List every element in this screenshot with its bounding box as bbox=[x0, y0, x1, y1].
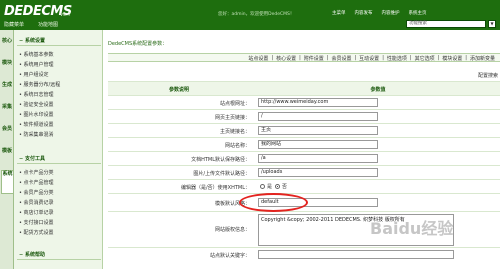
content-publish-link[interactable]: 内容发布 bbox=[355, 10, 373, 16]
menu-section-system-help[interactable]: − 系统帮助 bbox=[17, 250, 101, 260]
tab-attachment-settings[interactable]: 附件设置 bbox=[303, 55, 325, 62]
welcome-text: 您好：admin，欢迎使用DedeCMS！ bbox=[218, 12, 295, 17]
xhtml-no-label: 否 bbox=[282, 184, 288, 190]
tab-interaction-settings[interactable]: 互动设置 bbox=[358, 55, 380, 62]
table-row: 网页主页链接： / bbox=[108, 109, 500, 123]
section-toggle-icon: − bbox=[19, 38, 24, 44]
tab-generate[interactable]: 生成 bbox=[1, 82, 13, 88]
menu-item-basic-params[interactable]: • 系统基本参数 bbox=[19, 51, 54, 58]
row-label: 编辑器（是/否）使用XHTML： bbox=[180, 185, 250, 191]
system-home-link[interactable]: 系统主页 bbox=[409, 10, 427, 16]
left-tabs: 核心 模块 生成 采集 会员 模板 系统 bbox=[0, 30, 14, 269]
section-toggle-icon: − bbox=[19, 252, 24, 258]
menu-item-member-product-category[interactable]: • 会员产品分类 bbox=[19, 189, 54, 196]
logo-version: v5.7 bbox=[60, 12, 71, 18]
site-name-input[interactable]: 我的网站 bbox=[258, 140, 378, 149]
row-label: 网站名称： bbox=[224, 143, 250, 149]
upload-path-input[interactable]: /uploads bbox=[258, 168, 378, 177]
site-url-input[interactable]: http://www.weimeiday.com bbox=[258, 98, 378, 107]
highlight-annotation bbox=[239, 193, 308, 212]
tab-add-variable[interactable]: 添加新变量 bbox=[469, 55, 496, 62]
table-row: 图片/上传文件默认路径： /uploads bbox=[108, 165, 500, 179]
row-label: 图片/上传文件默认路径： bbox=[193, 171, 250, 177]
tab-collect[interactable]: 采集 bbox=[1, 104, 13, 110]
menu-item-card-category[interactable]: • 点卡产品分类 bbox=[19, 169, 54, 176]
top-bar: DEDECMS v5.7 隐藏菜单 功能地图 您好：admin，欢迎使用Dede… bbox=[0, 0, 500, 30]
tab-member-settings[interactable]: 会员设置 bbox=[330, 55, 352, 62]
section-toggle-icon: − bbox=[19, 156, 24, 162]
xhtml-yes-label: 是 bbox=[267, 184, 273, 190]
tab-performance-options[interactable]: 性能选项 bbox=[386, 55, 408, 62]
tab-site-settings[interactable]: 站点设置 bbox=[247, 55, 269, 62]
header-param-value: 参数值 bbox=[370, 87, 386, 93]
menu-item-delivery-method[interactable]: • 配货方式设置 bbox=[19, 229, 54, 236]
content-maintain-link[interactable]: 内容维护 bbox=[382, 10, 400, 16]
chevron-down-icon[interactable]: ▼ bbox=[488, 20, 496, 28]
menu-item-member-consumption[interactable]: • 会员消费记录 bbox=[19, 199, 54, 206]
tab-core-settings[interactable]: 核心设置 bbox=[275, 55, 297, 62]
xhtml-yes-radio[interactable] bbox=[260, 184, 265, 189]
table-row: 文档HTML默认保存路径： /a bbox=[108, 151, 500, 165]
table-header: 参数说明 参数值 bbox=[108, 81, 500, 95]
table-row: 站点根网址： http://www.weimeiday.com bbox=[108, 95, 500, 109]
homepage-name-input[interactable]: 主页 bbox=[258, 126, 378, 135]
page-title: DedeCMS系统配置参数： bbox=[108, 41, 168, 47]
site-keywords-input[interactable] bbox=[258, 250, 454, 259]
menu-item-server-remote[interactable]: • 服务器分布/远程 bbox=[19, 81, 60, 88]
table-row: 站点默认关键字： bbox=[108, 247, 500, 261]
tab-system[interactable]: 系统 bbox=[1, 170, 13, 194]
row-label: 网页主页链接： bbox=[214, 115, 250, 121]
main-menu-link[interactable]: 主菜单 bbox=[332, 10, 346, 16]
function-search-select[interactable]: 功能搜索 bbox=[406, 20, 486, 28]
function-map-link[interactable]: 功能地图 bbox=[38, 21, 58, 29]
menu-item-shop-orders[interactable]: • 商店订单记录 bbox=[19, 209, 54, 216]
hide-menu-link[interactable]: 隐藏菜单 bbox=[4, 21, 24, 29]
row-label: 文档HTML默认保存路径： bbox=[191, 157, 250, 163]
row-label: 网站版权信息： bbox=[214, 227, 250, 233]
tab-module-settings[interactable]: 模块设置 bbox=[441, 55, 463, 62]
menu-item-anti-collect[interactable]: • 防采集串混淆 bbox=[19, 131, 54, 138]
config-search-link[interactable]: 配置搜索 bbox=[478, 72, 498, 79]
row-label: 站点根网址： bbox=[219, 101, 250, 107]
menu-item-software-channel[interactable]: • 软件频道设置 bbox=[19, 121, 54, 128]
menu-item-card-products[interactable]: • 点卡产品管理 bbox=[19, 179, 54, 186]
sidebar-menu: − 系统设置 • 系统基本参数 • 系统用户管理 • 用户组设定 • 服务器分布… bbox=[14, 30, 103, 269]
table-row: 主页链接名： 主页 bbox=[108, 123, 500, 137]
tab-templates[interactable]: 模板 bbox=[1, 148, 13, 154]
header-param-desc: 参数说明 bbox=[168, 87, 189, 93]
row-label: 站点默认关键字： bbox=[209, 253, 250, 259]
settings-tabs: 站点设置 | 核心设置 | 附件设置 | 会员设置 | 互动设置 | 性能选项 | 其它选项… bbox=[108, 53, 500, 62]
menu-item-payment-interface[interactable]: • 支付接口设置 bbox=[19, 219, 54, 226]
tab-other-options[interactable]: 其它选项 bbox=[414, 55, 436, 62]
xhtml-no-radio[interactable] bbox=[275, 184, 280, 189]
menu-section-system-settings[interactable]: − 系统设置 bbox=[17, 36, 101, 46]
dedecms-logo: DEDECMS v5.7 bbox=[4, 4, 72, 19]
table-row: 编辑器（是/否）使用XHTML： 是 否 bbox=[108, 179, 500, 193]
menu-item-system-log[interactable]: • 系统日志管理 bbox=[19, 91, 54, 98]
tab-modules[interactable]: 模块 bbox=[1, 60, 13, 66]
menu-item-user-groups[interactable]: • 用户组设定 bbox=[19, 71, 49, 78]
menu-section-payment-tools[interactable]: − 支付工具 bbox=[17, 154, 101, 164]
top-links: 主菜单 内容发布 内容维护 系统主页 bbox=[332, 10, 427, 16]
watermark-logo: Baidu经验 bbox=[370, 219, 454, 238]
tab-members[interactable]: 会员 bbox=[1, 126, 13, 132]
row-label: 模板默认风格： bbox=[214, 201, 250, 207]
menu-item-user-management[interactable]: • 系统用户管理 bbox=[19, 61, 54, 68]
menu-item-watermark[interactable]: • 图片水印设置 bbox=[19, 111, 54, 118]
html-path-input[interactable]: /a bbox=[258, 154, 378, 163]
menu-item-security[interactable]: • 验证安全设置 bbox=[19, 101, 54, 108]
table-row: 网站名称： 我的网站 bbox=[108, 137, 500, 151]
row-label: 主页链接名： bbox=[219, 129, 250, 135]
homepage-link-input[interactable]: / bbox=[258, 112, 378, 121]
tab-core[interactable]: 核心 bbox=[1, 38, 13, 44]
top-nav: 隐藏菜单 功能地图 bbox=[4, 21, 58, 29]
